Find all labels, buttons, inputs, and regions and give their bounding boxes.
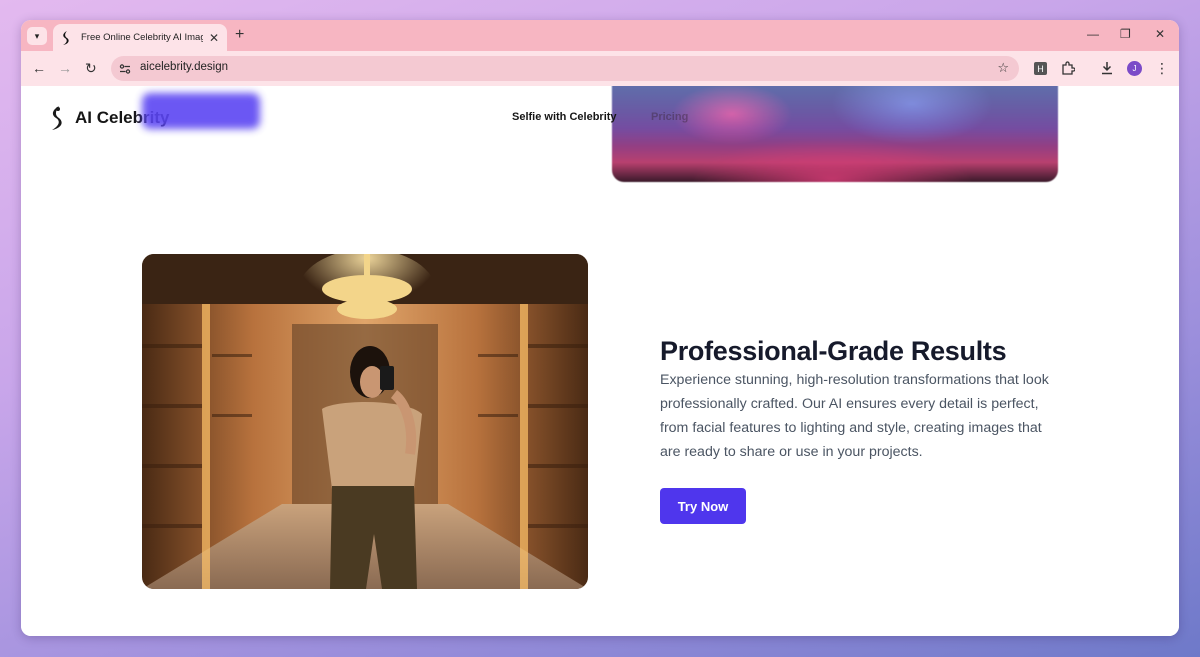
feature-closet-selfie-image <box>142 254 588 589</box>
site-logo-icon[interactable] <box>49 106 65 130</box>
chevron-down-icon: ▾ <box>34 30 40 41</box>
browser-toolbar: ← → ↻ aicelebrity.design ☆ H J ⋮ <box>21 51 1179 86</box>
new-tab-button[interactable]: + <box>235 26 244 44</box>
extensions-puzzle-icon[interactable] <box>1060 60 1076 76</box>
nav-link-pricing[interactable]: Pricing <box>651 111 688 123</box>
profile-avatar[interactable]: J <box>1127 61 1142 76</box>
blurred-header-button[interactable] <box>142 93 260 129</box>
tab-search-button[interactable]: ▾ <box>27 27 47 45</box>
try-now-button[interactable]: Try Now <box>660 488 746 524</box>
tab-close-icon[interactable]: ✕ <box>209 31 219 45</box>
minimize-button[interactable]: — <box>1087 27 1099 41</box>
bookmark-star-icon[interactable]: ☆ <box>997 60 1009 76</box>
browser-window: ▾ Free Online Celebrity AI Image Gene ✕ … <box>21 20 1179 636</box>
url-text: aicelebrity.design <box>140 61 229 73</box>
browser-tab-active[interactable]: Free Online Celebrity AI Image Gene ✕ <box>53 24 227 51</box>
window-close-button[interactable]: ✕ <box>1155 27 1165 41</box>
back-icon[interactable]: ← <box>32 60 46 76</box>
site-favicon-icon <box>61 30 73 45</box>
restore-button[interactable]: ❐ <box>1120 27 1131 41</box>
address-bar[interactable]: aicelebrity.design ☆ <box>111 56 1019 81</box>
extension-h-icon[interactable]: H <box>1034 62 1047 75</box>
reload-icon[interactable]: ↻ <box>85 60 97 77</box>
tab-strip: ▾ Free Online Celebrity AI Image Gene ✕ … <box>21 20 1179 51</box>
page-viewport: AI Celebrity Selfie with Celebrity Prici… <box>21 86 1179 636</box>
nav-link-selfie-with-celebrity[interactable]: Selfie with Celebrity <box>512 111 617 123</box>
download-icon[interactable] <box>1099 60 1115 76</box>
tab-title: Free Online Celebrity AI Image Gene <box>81 32 203 43</box>
feature-description: Experience stunning, high-resolution tra… <box>660 372 1049 460</box>
forward-icon[interactable]: → <box>58 60 72 76</box>
site-settings-icon[interactable] <box>119 62 131 74</box>
menu-kebab-icon[interactable]: ⋮ <box>1154 60 1170 76</box>
feature-title: Professional-Grade Results <box>660 336 1007 366</box>
